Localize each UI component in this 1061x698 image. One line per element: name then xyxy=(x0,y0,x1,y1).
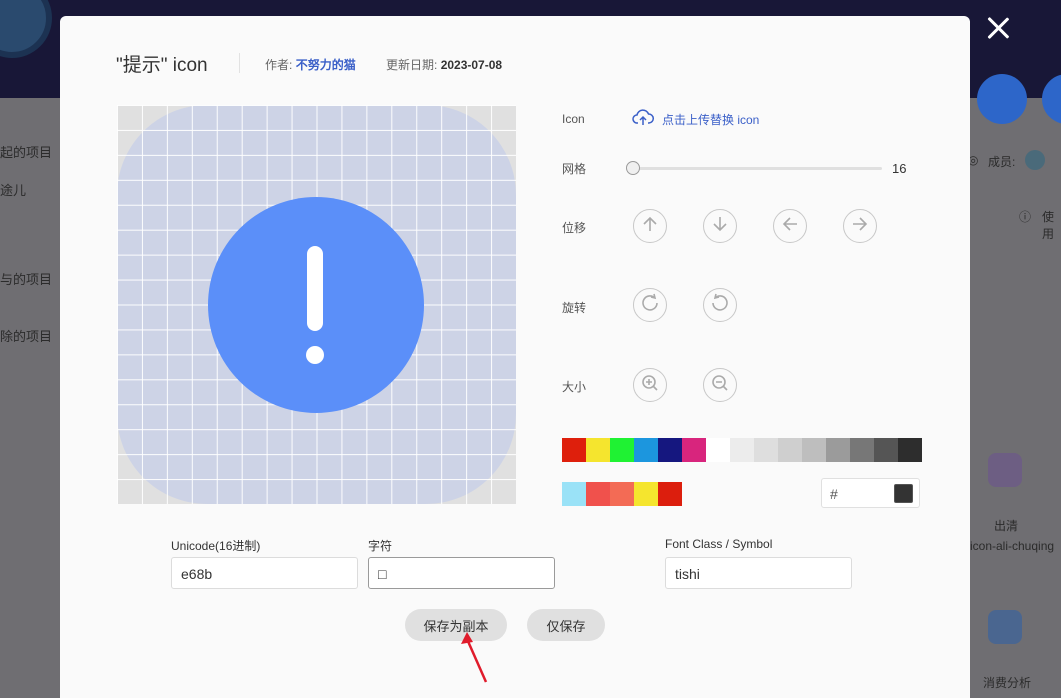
sidebar-item-2[interactable]: 途儿 xyxy=(0,180,26,199)
color-swatch[interactable] xyxy=(850,438,874,462)
card-icon-chuqing xyxy=(988,453,1022,487)
date-label: 更新日期: xyxy=(386,58,438,72)
color-swatch[interactable] xyxy=(874,438,898,462)
help-icon: ⓘ xyxy=(1019,210,1032,224)
close-modal-icon[interactable] xyxy=(984,14,1012,42)
icon-label: Icon xyxy=(562,112,585,126)
sidebar-item-created[interactable]: 起的项目 xyxy=(0,142,52,161)
cloud-upload-icon xyxy=(632,109,654,130)
fontclass-input[interactable]: tishi xyxy=(665,557,852,589)
color-swatch[interactable] xyxy=(778,438,802,462)
color-swatch[interactable] xyxy=(802,438,826,462)
save-only-button[interactable]: 仅保存 xyxy=(527,609,605,641)
arrow-down-icon xyxy=(709,213,731,240)
rotate-clockwise-button[interactable] xyxy=(633,288,667,322)
card-title-analysis: 消费分析 xyxy=(983,676,1032,690)
color-swatch[interactable] xyxy=(634,482,658,506)
move-left-button[interactable] xyxy=(773,209,807,243)
color-swatch[interactable] xyxy=(682,438,706,462)
grid-slider-track[interactable] xyxy=(632,167,882,170)
color-palette-row-1 xyxy=(562,438,922,462)
date-meta: 更新日期: 2023-07-08 xyxy=(386,56,502,73)
color-swatch[interactable] xyxy=(706,438,730,462)
size-label: 大小 xyxy=(562,380,587,394)
unicode-input[interactable]: e68b xyxy=(171,557,358,589)
unicode-label: Unicode(16进制) xyxy=(171,539,261,553)
author-meta: 作者: 不努力的猫 xyxy=(265,56,356,73)
rotate-label: 旋转 xyxy=(562,301,587,315)
zoom-in-icon xyxy=(639,372,661,399)
member-avatar[interactable] xyxy=(1025,150,1045,170)
zoom-out-icon xyxy=(709,372,731,399)
arrow-up-icon xyxy=(639,213,661,240)
arrow-left-icon xyxy=(779,213,801,240)
color-swatch[interactable] xyxy=(610,482,634,506)
icon-canvas[interactable] xyxy=(117,105,516,504)
exclamation-circle-icon xyxy=(208,197,424,413)
color-swatch[interactable] xyxy=(634,438,658,462)
arrow-right-icon xyxy=(849,213,871,240)
card-subtitle-chuqing: icon-ali-chuqing xyxy=(970,539,1055,553)
char-label: 字符 xyxy=(368,539,393,553)
color-swatch[interactable] xyxy=(562,438,586,462)
card-icon-analysis xyxy=(988,610,1022,644)
annotation-arrow-icon xyxy=(461,632,488,683)
new-folder-button[interactable] xyxy=(977,74,1027,124)
color-palette-row-2 xyxy=(562,482,682,506)
upload-text: 点击上传替换 icon xyxy=(662,113,760,127)
sidebar-item-joined[interactable]: 与的项目 xyxy=(0,269,52,288)
color-swatch[interactable] xyxy=(730,438,754,462)
grid-label: 网格 xyxy=(562,162,587,176)
grid-value: 16 xyxy=(892,161,907,176)
color-swatch[interactable] xyxy=(898,438,922,462)
author-link[interactable]: 不努力的猫 xyxy=(296,58,356,72)
move-down-button[interactable] xyxy=(703,209,737,243)
color-swatch[interactable] xyxy=(610,438,634,462)
color-swatch[interactable] xyxy=(658,482,682,506)
rotate-counterclockwise-icon xyxy=(709,292,731,319)
color-swatch[interactable] xyxy=(586,482,610,506)
move-right-button[interactable] xyxy=(843,209,877,243)
char-input[interactable]: □ xyxy=(368,557,555,589)
move-up-button[interactable] xyxy=(633,209,667,243)
zoom-out-button[interactable] xyxy=(703,368,737,402)
hex-prefix: # xyxy=(830,486,838,502)
upload-replace-button[interactable]: 点击上传替换 icon xyxy=(632,109,759,130)
author-label: 作者: xyxy=(265,58,293,72)
card-title-chuqing: 出清 xyxy=(994,519,1019,533)
icon-edit-modal: "提示" icon 作者: 不努力的猫 更新日期: 2023-07-08 Ico… xyxy=(60,16,970,698)
use-label: 使用 xyxy=(1042,210,1055,241)
color-swatch[interactable] xyxy=(562,482,586,506)
color-swatch[interactable] xyxy=(658,438,682,462)
hex-color-input[interactable]: # xyxy=(821,478,920,508)
color-swatch[interactable] xyxy=(826,438,850,462)
color-swatch[interactable] xyxy=(586,438,610,462)
current-color-swatch xyxy=(894,484,913,503)
fontclass-label: Font Class / Symbol xyxy=(665,537,773,551)
zoom-in-button[interactable] xyxy=(633,368,667,402)
grid-slider-thumb[interactable] xyxy=(626,161,640,175)
move-label: 位移 xyxy=(562,221,587,235)
date-value: 2023-07-08 xyxy=(440,58,503,72)
title-divider xyxy=(239,53,240,73)
color-swatch[interactable] xyxy=(754,438,778,462)
rotate-counterclockwise-button[interactable] xyxy=(703,288,737,322)
rotate-clockwise-icon xyxy=(639,292,661,319)
sidebar-item-deleted[interactable]: 除的项目 xyxy=(0,326,52,345)
member-label: 成员: xyxy=(988,155,1016,169)
modal-title: "提示" icon xyxy=(116,55,208,76)
